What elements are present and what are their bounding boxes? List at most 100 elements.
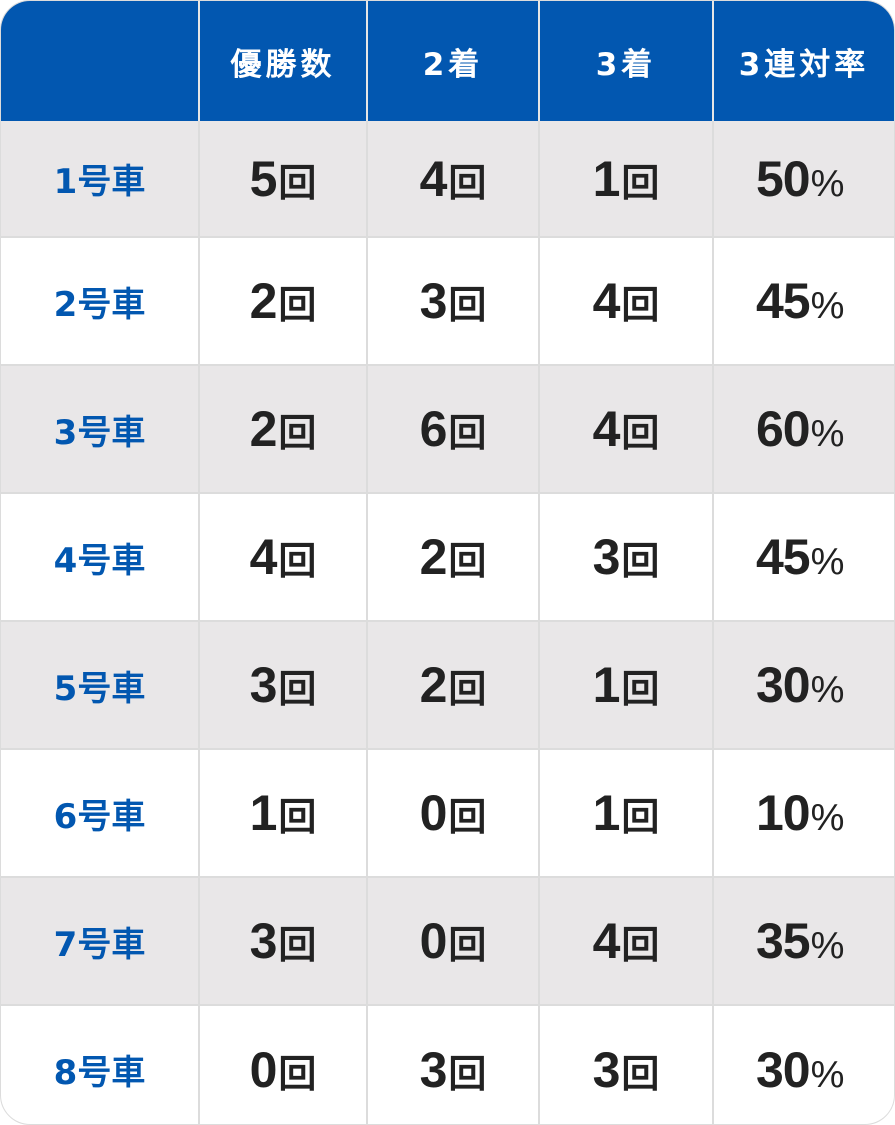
rate-cell: 45% <box>712 236 894 365</box>
rate-value: 30 <box>756 657 811 713</box>
count-unit: 回 <box>621 160 660 205</box>
percent-unit: % <box>810 162 845 205</box>
second-cell: 2回 <box>366 492 539 621</box>
third-cell: 4回 <box>538 236 713 365</box>
wins-cell: 3回 <box>198 876 367 1005</box>
percent-unit: % <box>810 669 845 711</box>
third-value: 1 <box>592 657 621 713</box>
count-unit: 回 <box>448 283 487 327</box>
percent-unit: % <box>810 541 845 583</box>
count-unit: 回 <box>448 923 487 967</box>
count-unit: 回 <box>448 539 487 583</box>
percent-unit: % <box>810 285 845 327</box>
rate-cell: 30% <box>712 1004 894 1124</box>
percent-unit: % <box>810 1053 845 1096</box>
car-cell: 7号車 <box>1 876 199 1005</box>
count-unit: 回 <box>278 160 317 205</box>
rate-value: 45 <box>756 273 811 329</box>
third-cell: 1回 <box>538 748 713 877</box>
table-row: 7号車 3回 0回 4回 35% <box>1 876 894 1005</box>
table-row: 6号車 1回 0回 1回 10% <box>1 748 894 877</box>
third-value: 3 <box>592 529 621 585</box>
second-cell: 0回 <box>366 748 539 877</box>
car-label: 3号車 <box>53 412 146 453</box>
rate-value: 30 <box>756 1041 811 1098</box>
car-cell: 4号車 <box>1 492 199 621</box>
car-label: 1号車 <box>53 162 146 202</box>
second-value: 0 <box>419 785 448 841</box>
wins-cell: 2回 <box>198 364 367 493</box>
wins-value: 0 <box>249 1041 278 1098</box>
count-unit: 回 <box>621 667 660 711</box>
percent-unit: % <box>810 925 845 967</box>
car-label: 6号車 <box>53 796 146 837</box>
third-value: 1 <box>592 785 621 841</box>
table-row: 4号車 4回 2回 3回 45% <box>1 492 894 621</box>
count-unit: 回 <box>278 667 317 711</box>
wins-cell: 5回 <box>198 121 367 237</box>
wins-value: 5 <box>249 150 278 207</box>
rate-cell: 45% <box>712 492 894 621</box>
rate-cell: 10% <box>712 748 894 877</box>
rate-value: 60 <box>756 401 811 457</box>
table-header: 優勝数 2着 3着 3連対率 <box>1 1 894 121</box>
wins-value: 3 <box>249 657 278 713</box>
third-cell: 4回 <box>538 876 713 1005</box>
second-value: 3 <box>419 273 448 329</box>
third-value: 3 <box>592 1041 621 1098</box>
percent-unit: % <box>810 413 845 455</box>
count-unit: 回 <box>621 1051 660 1096</box>
wins-value: 2 <box>249 401 278 457</box>
table-row: 8号車 0回 3回 3回 30% <box>1 1004 894 1124</box>
car-cell: 6号車 <box>1 748 199 877</box>
second-cell: 3回 <box>366 236 539 365</box>
table-body: 1号車 5回 4回 1回 50% 2号車 2回 3回 4回 45% 3号車 2回… <box>1 121 894 1124</box>
header-corner <box>1 1 199 121</box>
wins-cell: 3回 <box>198 620 367 749</box>
count-unit: 回 <box>621 411 660 455</box>
count-unit: 回 <box>448 795 487 839</box>
results-table-container: 優勝数 2着 3着 3連対率 1号車 5回 4回 1回 50% 2号車 2回 3… <box>0 0 895 1125</box>
wins-cell: 2回 <box>198 236 367 365</box>
count-unit: 回 <box>448 667 487 711</box>
car-label: 8号車 <box>53 1053 146 1093</box>
count-unit: 回 <box>621 923 660 967</box>
wins-value: 4 <box>249 529 278 585</box>
second-value: 4 <box>419 150 448 207</box>
wins-cell: 1回 <box>198 748 367 877</box>
count-unit: 回 <box>448 411 487 455</box>
second-cell: 2回 <box>366 620 539 749</box>
second-value: 6 <box>419 401 448 457</box>
count-unit: 回 <box>278 1051 317 1096</box>
car-label: 4号車 <box>53 540 146 581</box>
car-label: 2号車 <box>53 284 146 325</box>
car-cell: 3号車 <box>1 364 199 493</box>
table-row: 2号車 2回 3回 4回 45% <box>1 236 894 365</box>
rate-cell: 50% <box>712 121 894 237</box>
count-unit: 回 <box>448 1051 487 1096</box>
car-label: 7号車 <box>53 924 146 965</box>
count-unit: 回 <box>448 160 487 205</box>
second-value: 2 <box>419 529 448 585</box>
third-value: 4 <box>592 913 621 969</box>
wins-cell: 0回 <box>198 1004 367 1124</box>
count-unit: 回 <box>278 795 317 839</box>
rate-value: 45 <box>756 529 811 585</box>
wins-value: 1 <box>249 785 278 841</box>
rate-cell: 30% <box>712 620 894 749</box>
second-value: 2 <box>419 657 448 713</box>
count-unit: 回 <box>278 283 317 327</box>
rate-value: 50 <box>756 150 811 207</box>
rate-value: 10 <box>756 785 811 841</box>
wins-value: 3 <box>249 913 278 969</box>
car-cell: 8号車 <box>1 1004 199 1124</box>
rate-cell: 35% <box>712 876 894 1005</box>
count-unit: 回 <box>278 539 317 583</box>
car-cell: 2号車 <box>1 236 199 365</box>
car-cell: 5号車 <box>1 620 199 749</box>
second-value: 0 <box>419 913 448 969</box>
car-label: 5号車 <box>53 668 146 709</box>
wins-value: 2 <box>249 273 278 329</box>
header-third-place: 3着 <box>538 1 713 121</box>
second-value: 3 <box>419 1041 448 1098</box>
